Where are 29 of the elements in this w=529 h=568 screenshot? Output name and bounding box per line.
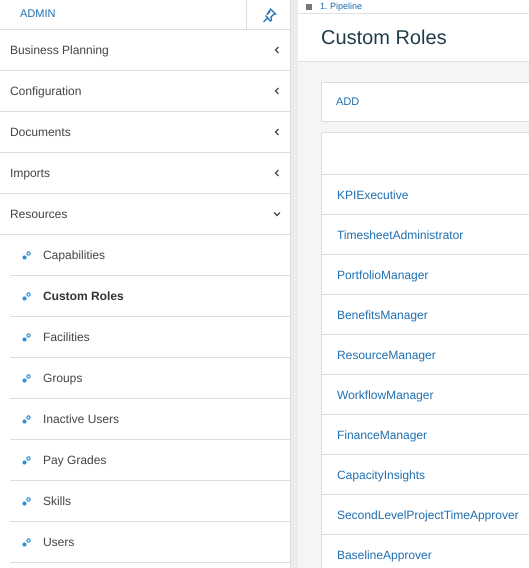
link-icon — [22, 414, 31, 424]
link-icon — [22, 332, 31, 342]
add-button[interactable]: ADD — [336, 94, 360, 110]
link-icon — [22, 456, 31, 464]
link-icon — [22, 496, 31, 506]
role-link[interactable]: WorkflowManager — [337, 386, 434, 404]
role-link[interactable]: ResourceManager — [337, 346, 436, 364]
role-link[interactable]: PortfolioManager — [337, 266, 428, 284]
role-link[interactable]: KPIExecutive — [337, 186, 408, 204]
chevron-left-icon — [272, 45, 282, 55]
link-icon — [22, 250, 31, 260]
chevron-left-icon — [272, 86, 282, 96]
page-title: Custom Roles — [321, 26, 447, 50]
role-link[interactable]: BenefitsManager — [337, 306, 428, 324]
role-link[interactable]: SecondLevelProjectTimeApprover — [337, 506, 519, 524]
sidebar-title: ADMIN — [19, 7, 56, 22]
pin-icon — [260, 6, 276, 22]
link-icon — [22, 292, 31, 300]
chevron-left-icon — [272, 127, 282, 137]
role-link[interactable]: CapacityInsights — [337, 466, 426, 484]
link-icon — [22, 538, 31, 546]
role-link[interactable]: BaselineApprover — [337, 546, 432, 564]
role-link[interactable]: FinanceManager — [337, 426, 428, 444]
role-link[interactable]: TimesheetAdministrator — [337, 226, 464, 244]
chevron-down-icon — [272, 209, 282, 219]
link-icon — [22, 374, 31, 382]
chevron-left-icon — [272, 168, 282, 178]
breadcrumb-icon — [306, 4, 312, 10]
breadcrumb-link[interactable]: 1. Pipeline — [320, 1, 362, 12]
